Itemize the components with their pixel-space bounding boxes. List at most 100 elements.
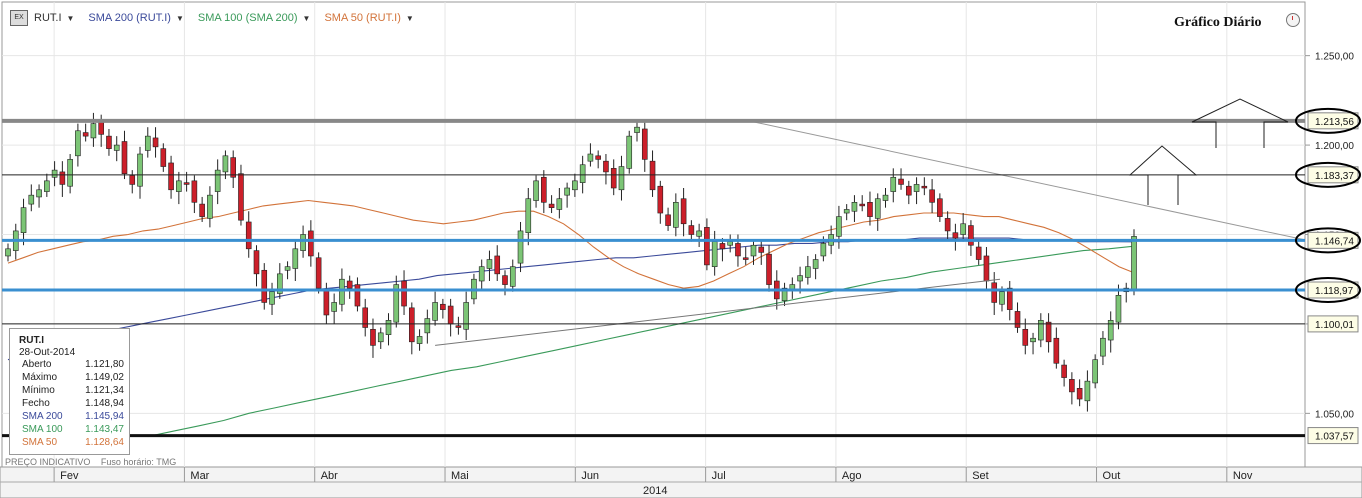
candle-body <box>160 148 167 167</box>
candle-body <box>1076 388 1083 400</box>
candle-body <box>836 216 842 237</box>
candle-body <box>183 182 190 185</box>
candle-body <box>610 168 617 189</box>
candle-body <box>292 248 299 269</box>
candle-body <box>882 194 889 201</box>
candle-body <box>704 227 710 266</box>
candle-body <box>152 137 159 148</box>
candle-body <box>222 155 229 173</box>
level-label: 1.118,97 <box>1315 286 1354 297</box>
candle-body <box>323 289 330 316</box>
candle-body <box>269 291 275 305</box>
candle-body <box>735 243 741 257</box>
sma100-label: SMA 100 (SMA 200) <box>197 12 298 24</box>
candle-body <box>331 302 337 312</box>
candle-body <box>245 221 252 250</box>
candle-body <box>494 255 501 275</box>
candle-body <box>805 266 811 278</box>
candle-body <box>929 189 935 203</box>
candle-body <box>603 160 609 173</box>
candle-body <box>51 169 58 178</box>
candle-body <box>1022 328 1029 346</box>
info-label: SMA 50 <box>22 437 58 448</box>
candle-body <box>486 259 493 269</box>
candle-body <box>261 269 268 303</box>
candle-body <box>517 230 524 264</box>
candle-body <box>634 126 640 133</box>
month-label: Mar <box>190 470 209 482</box>
candle-body <box>727 241 733 246</box>
candle-body <box>556 198 563 210</box>
candle-body <box>509 266 516 287</box>
candle-body <box>191 180 198 203</box>
info-label: Mínimo <box>22 385 55 396</box>
candle-body <box>968 225 974 246</box>
candle-body <box>843 209 850 214</box>
candle-body <box>742 257 749 260</box>
sma200-selector[interactable]: SMA 200 (RUT.I) ▼ <box>88 12 183 24</box>
candle-body <box>595 155 601 160</box>
candle-body <box>579 164 586 183</box>
clock-icon[interactable] <box>1286 13 1300 27</box>
candle-body <box>952 232 959 239</box>
symbol-selector[interactable]: RUT.I ▼ <box>34 12 74 24</box>
level-label: 1.100,01 <box>1315 320 1354 331</box>
candle-body <box>230 157 236 178</box>
candle-body <box>913 184 920 192</box>
candle-body <box>991 282 998 303</box>
candle-body <box>455 325 462 328</box>
candle-body <box>354 284 361 307</box>
info-label: Fecho <box>22 398 50 409</box>
candle-body <box>874 198 881 219</box>
chart-footer: PREÇO INDICATIVO Fuso horário: TMG <box>5 457 184 467</box>
candle-body <box>129 175 136 185</box>
month-label: Nov <box>1233 470 1253 482</box>
candle-body <box>937 198 943 217</box>
candle-body <box>1053 337 1060 364</box>
candle-body <box>362 307 369 328</box>
candle-body <box>106 135 112 149</box>
candle-body <box>533 180 539 201</box>
y-tick-label: 1.250,00 <box>1315 52 1354 63</box>
candle-body <box>447 305 454 325</box>
chart-type-icon[interactable]: EX <box>10 10 28 26</box>
candle-body <box>649 160 656 191</box>
month-label: Out <box>1103 470 1121 482</box>
month-label: Jun <box>581 470 599 482</box>
candle-body <box>409 307 415 343</box>
candle-body <box>859 203 866 207</box>
candle-body <box>1014 311 1021 328</box>
candle-body <box>750 244 757 257</box>
candle-body <box>696 230 702 237</box>
candle-body <box>28 194 35 205</box>
candle-body <box>176 180 182 192</box>
sma50-selector[interactable]: SMA 50 (RUT.I) ▼ <box>324 12 413 24</box>
candle-body <box>680 198 687 225</box>
sma100-selector[interactable]: SMA 100 (SMA 200) ▼ <box>198 12 311 24</box>
candle-body <box>300 234 306 251</box>
price-chart[interactable]: Fev Mar Abr Mai Jun Jul Ago Set Out Nov 1.050,00 1.… <box>0 0 1362 498</box>
candle-body <box>851 202 858 212</box>
month-label: Abr <box>321 470 338 482</box>
candle-body <box>432 302 438 321</box>
candle-body <box>339 278 345 305</box>
candle-body <box>641 128 648 160</box>
symbol-label: RUT.I <box>34 12 62 24</box>
info-value: 1.121,80 <box>85 359 124 370</box>
info-value: 1.148,94 <box>85 398 124 409</box>
ohlc-info-box: RUT.I 28-Out-2014 Aberto 1.121,80 Máximo 1… <box>9 328 130 455</box>
month-label: Mai <box>451 470 469 482</box>
candle-body <box>1069 379 1075 393</box>
month-label: Set <box>972 470 989 482</box>
chart-toolbar: EX RUT.I ▼ SMA 200 (RUT.I) ▼ SMA 100 (SM… <box>0 8 428 28</box>
candle-body <box>59 171 66 185</box>
level-label: 1.183,37 <box>1315 171 1354 182</box>
candle-body <box>416 336 423 344</box>
candle-body <box>1100 337 1106 357</box>
candle-body <box>67 159 73 187</box>
candle-body <box>960 223 966 235</box>
candle-body <box>548 203 555 208</box>
info-date: 28-Out-2014 <box>19 347 76 358</box>
candle-body <box>673 202 679 228</box>
chart-title: Gráfico Diário <box>1174 15 1262 30</box>
